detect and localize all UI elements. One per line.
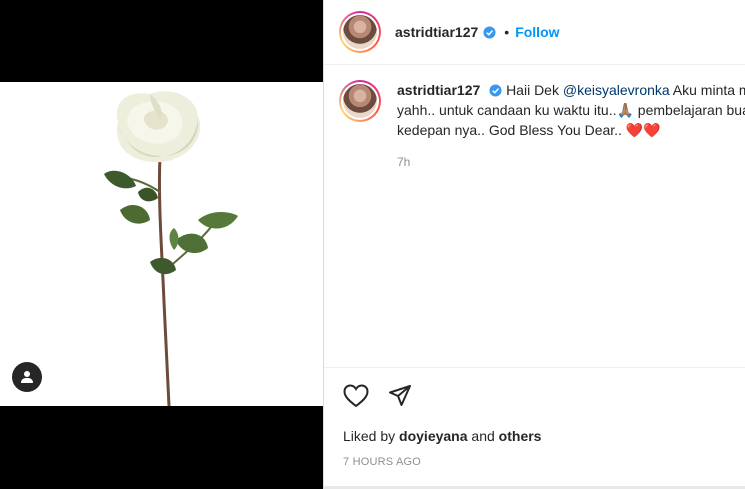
likes-prefix: Liked by [343,428,400,444]
paper-plane-icon [389,385,411,406]
caption-username[interactable]: astridtiar127 [397,82,480,98]
actions-divider [324,367,745,368]
post-image [0,82,323,406]
avatar-image [343,84,377,118]
caption-time[interactable]: 7h [397,152,745,172]
separator-dot: • [504,24,510,40]
tag-people-button[interactable] [12,362,42,392]
like-button[interactable] [342,382,370,410]
likes-user-link[interactable]: doyieyana [399,428,467,444]
verified-badge-icon [489,84,502,97]
user-tag-icon [21,371,33,383]
post-header: astridtiar127 • Follow [324,0,745,65]
comments-section: astridtiar127 Haii Dek @keisyalevronka A… [324,66,745,366]
post-side-panel: astridtiar127 • Follow astridtiar127 Hai… [323,0,745,489]
caption-mention-link[interactable]: @keisyalevronka [563,82,670,98]
caption-line-1: astridtiar127 Haii Dek @keisyalevronka A… [397,80,745,100]
likes-summary: Liked by doyieyana and others [343,428,541,444]
post-media[interactable] [0,0,323,489]
post-actions [342,382,414,410]
author-avatar[interactable] [339,11,381,53]
caption-text-line1-end: Aku minta maaf [672,82,745,98]
likes-middle: and [467,428,499,444]
caption-line-3: kedepan nya.. God Bless You Dear.. ❤️❤️ [397,122,661,138]
caption-comment: astridtiar127 Haii Dek @keisyalevronka A… [324,66,745,172]
share-button[interactable] [386,382,414,410]
heart-icon [343,384,369,408]
caption-author-avatar[interactable] [339,80,381,122]
caption-text-start: Haii Dek [506,82,563,98]
caption-line-2: yahh.. untuk candaan ku waktu itu..🙏🏽 pe… [397,102,745,118]
caption-body: astridtiar127 Haii Dek @keisyalevronka A… [397,80,745,172]
author-username[interactable]: astridtiar127 [395,24,478,40]
avatar-image [343,15,377,49]
post-timestamp[interactable]: 7 HOURS AGO [343,456,421,468]
follow-button[interactable]: Follow [515,24,559,40]
likes-others-link[interactable]: others [499,428,542,444]
verified-badge-icon [483,25,496,39]
white-rose-image [104,91,238,406]
